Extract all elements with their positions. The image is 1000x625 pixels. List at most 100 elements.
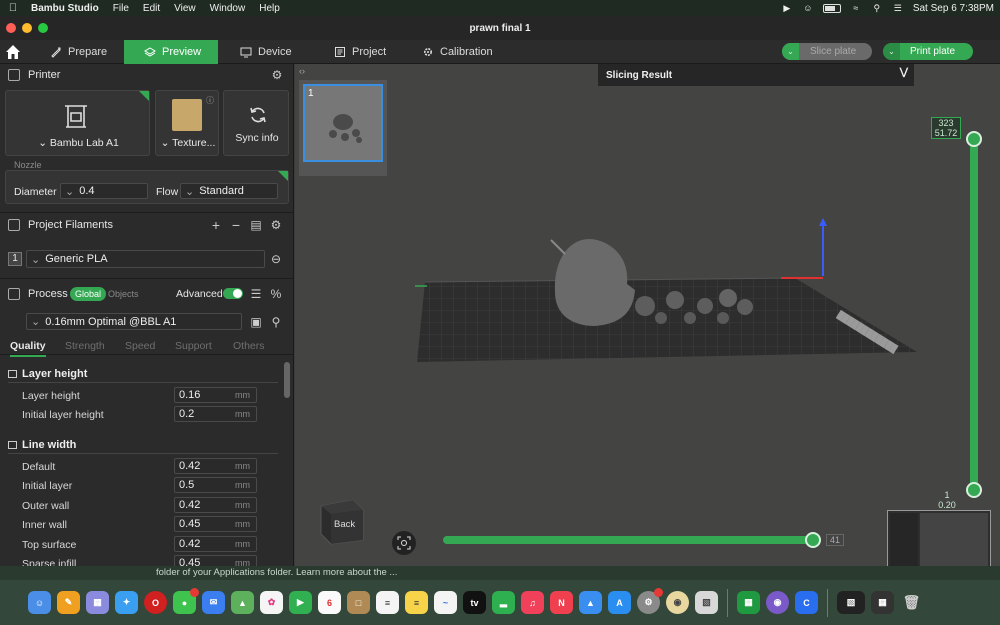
slicing-result-panel[interactable]: Slicing Result ⋁ [598, 64, 914, 86]
settings-scrollbar[interactable] [284, 362, 290, 398]
search-icon[interactable]: ⚲ [871, 3, 883, 13]
sync-info-button[interactable]: Sync info [223, 90, 289, 156]
menu-help[interactable]: Help [254, 3, 289, 14]
mail-icon[interactable]: ✉ [202, 591, 225, 614]
disk-utility-icon[interactable]: ◉ [666, 591, 689, 614]
menubar-clock[interactable]: Sat Sep 6 7:38PM [913, 3, 994, 14]
system-settings-icon[interactable]: ⚙ [637, 588, 663, 614]
printer-section-header[interactable]: Printer [0, 64, 293, 86]
battery-icon[interactable] [822, 3, 841, 13]
remove-filament-icon[interactable]: − [229, 217, 243, 233]
keynote-icon[interactable]: ▲ [579, 591, 602, 614]
numbers-icon[interactable]: ▂ [492, 591, 515, 614]
process-scope-global[interactable]: Global [70, 287, 106, 301]
tab-preview[interactable]: Preview [124, 40, 218, 64]
zoom-window-button[interactable] [38, 23, 48, 33]
layer-height-input[interactable]: 0.16 mm [174, 387, 257, 403]
default-width-input[interactable]: 0.42 mm [174, 458, 257, 474]
process-preset-select[interactable]: ⌄ 0.16mm Optimal @BBL A1 [26, 313, 242, 330]
filament-sync-icon[interactable]: ▤ [249, 218, 263, 232]
news-icon[interactable]: N [550, 591, 573, 614]
preview-viewport[interactable]: ‹› 1 Slicing Result ⋁ ████████████ 323 5… [295, 64, 1000, 566]
filament-more-icon[interactable]: ⊖ [269, 252, 283, 266]
preview-app-icon[interactable]: ▧ [695, 591, 718, 614]
menu-edit[interactable]: Edit [138, 3, 169, 14]
downloads-stack-icon[interactable]: ▦ [871, 591, 894, 614]
freeform-icon[interactable]: ~ [434, 591, 457, 614]
plate-type-card[interactable]: ⓘ ⌄ Texture... [155, 90, 219, 156]
tab-others[interactable]: Others [233, 340, 265, 352]
plate-thumbnail[interactable]: 1 [303, 84, 383, 162]
slice-dropdown-chevron-icon[interactable]: ⌄ [782, 43, 799, 60]
inner-wall-input[interactable]: 0.45 mm [174, 516, 257, 532]
messages-icon[interactable]: ● [173, 588, 199, 614]
tab-prepare[interactable]: Prepare [40, 40, 117, 64]
app-store-icon[interactable]: A [608, 591, 631, 614]
photos-icon[interactable]: ✿ [260, 591, 283, 614]
window-thumbnail-preview[interactable] [887, 510, 991, 566]
flow-select[interactable]: ⌄ Standard [180, 183, 278, 199]
calendar-icon[interactable]: 6 [318, 591, 341, 614]
safari-icon[interactable]: ✦ [115, 591, 138, 614]
layer-top-handle[interactable] [966, 131, 982, 147]
menu-window[interactable]: Window [205, 3, 255, 14]
control-center-icon[interactable]: ☰ [892, 3, 904, 13]
print-dropdown-chevron-icon[interactable]: ⌄ [883, 43, 900, 60]
pencil-app-icon[interactable]: ✎ [57, 591, 80, 614]
finder-icon[interactable]: ☺ [28, 591, 51, 614]
tab-project[interactable]: Project [324, 40, 396, 64]
menu-view[interactable]: View [169, 3, 205, 14]
slice-plate-button[interactable]: ⌄ Slice plate [782, 43, 872, 60]
sparse-infill-input[interactable]: 0.45 mm [174, 555, 257, 566]
diameter-select[interactable]: ⌄ 0.4 [60, 183, 148, 199]
layer-range-slider[interactable] [970, 136, 978, 494]
add-filament-icon[interactable]: + [209, 217, 223, 233]
apple-tv-icon[interactable]: tv [463, 591, 486, 614]
camera-view-button[interactable] [392, 531, 416, 555]
layer-bottom-handle[interactable] [966, 482, 982, 498]
tab-support[interactable]: Support [175, 340, 212, 352]
initial-layer-height-input[interactable]: 0.2 mm [174, 406, 257, 422]
info-icon[interactable]: ⓘ [206, 95, 214, 106]
filament-settings-gear-icon[interactable]: ⚙ [269, 218, 283, 232]
notes-brown-app-icon[interactable]: □ [347, 591, 370, 614]
menu-file[interactable]: File [108, 3, 138, 14]
tab-device[interactable]: Device [230, 40, 302, 64]
tab-speed[interactable]: Speed [125, 340, 155, 352]
menu-app-name[interactable]: Bambu Studio [26, 3, 108, 14]
music-icon[interactable]: ♫ [521, 591, 544, 614]
view-cube-back-label[interactable]: Back [334, 519, 355, 530]
collapse-sidebar-icon[interactable]: ‹› [299, 66, 305, 76]
bambu-studio-dock-icon[interactable]: ▦ [737, 591, 760, 614]
printer-settings-gear-icon[interactable]: ⚙ [270, 68, 284, 82]
filament-index-badge[interactable]: 1 [8, 252, 22, 266]
recent-window-thumbnail[interactable]: ▧ [837, 591, 865, 614]
move-slider-handle[interactable] [805, 532, 821, 548]
print-plate-button[interactable]: ⌄ Print plate [883, 43, 973, 60]
initial-layer-width-input[interactable]: 0.5 mm [174, 477, 257, 493]
trash-icon[interactable]: 🗑 [900, 591, 923, 614]
save-preset-icon[interactable]: ▣ [249, 315, 263, 329]
expand-chevron-icon[interactable]: ⋁ [900, 67, 908, 78]
c-app-icon[interactable]: C [795, 591, 818, 614]
process-scope-objects[interactable]: Objects [108, 289, 139, 299]
minimize-window-button[interactable] [22, 23, 32, 33]
facetime-icon[interactable]: ▶ [289, 591, 312, 614]
outer-wall-input[interactable]: 0.42 mm [174, 497, 257, 513]
reminders-icon[interactable]: ≡ [376, 591, 399, 614]
wifi-icon[interactable]: ≈ [850, 3, 862, 13]
tab-strength[interactable]: Strength [65, 340, 105, 352]
filament-select[interactable]: ⌄ Generic PLA [26, 250, 265, 268]
user-icon[interactable]: ☺ [802, 3, 814, 13]
opera-icon[interactable]: O [144, 591, 167, 614]
move-slider-track[interactable] [443, 536, 819, 544]
color-app-icon[interactable]: ◉ [766, 591, 789, 614]
advanced-toggle[interactable] [223, 288, 243, 299]
top-surface-input[interactable]: 0.42 mm [174, 536, 257, 552]
search-settings-icon[interactable]: ⚲ [269, 315, 283, 329]
printer-card[interactable]: ⌄ Bambu Lab A1 [5, 90, 150, 156]
close-window-button[interactable] [6, 23, 16, 33]
launchpad-icon[interactable]: ▦ [86, 591, 109, 614]
apple-icon[interactable]:  [0, 2, 26, 14]
maps-icon[interactable]: ▲ [231, 591, 254, 614]
